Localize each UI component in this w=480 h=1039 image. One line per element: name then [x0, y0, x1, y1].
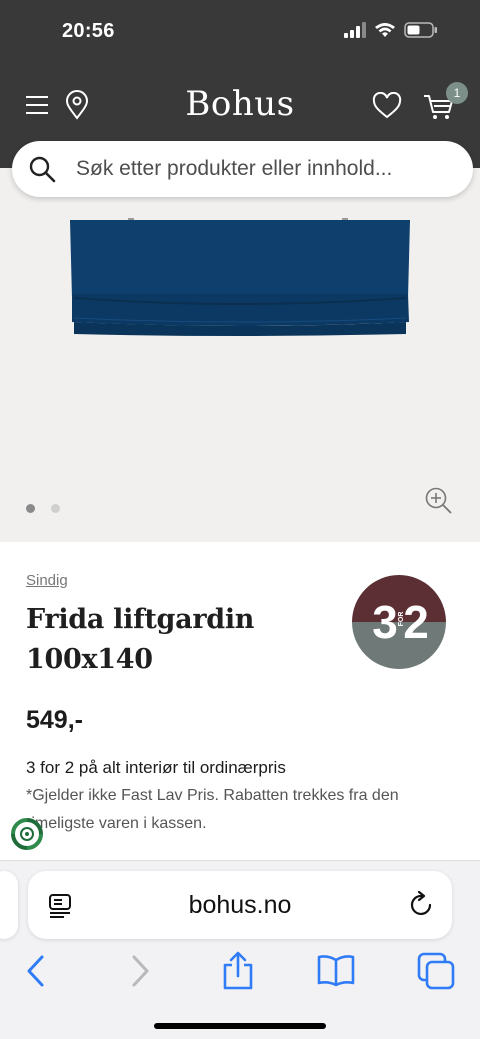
- previous-tab-peek[interactable]: [0, 871, 18, 939]
- product-image-gallery[interactable]: [0, 168, 480, 542]
- product-title: Frida liftgardin 100x140: [26, 604, 255, 675]
- image-pagination[interactable]: [26, 504, 60, 513]
- browser-toolbar: bohus.no: [0, 860, 480, 1039]
- cart-count-badge: 1: [446, 82, 468, 104]
- share-icon: [223, 951, 253, 990]
- wifi-icon: [375, 23, 395, 37]
- search-input[interactable]: [76, 141, 456, 197]
- back-button[interactable]: [14, 949, 58, 993]
- status-icons: [344, 22, 438, 38]
- product-image[interactable]: [70, 218, 410, 336]
- tabs-icon: [417, 952, 455, 990]
- image-dot-active[interactable]: [26, 504, 35, 513]
- image-dot[interactable]: [51, 504, 60, 513]
- tabs-button[interactable]: [414, 949, 458, 993]
- campaign-3-for-2-badge: 3 FOR 2: [352, 575, 446, 669]
- status-time: 20:56: [62, 20, 115, 42]
- zoom-in-icon[interactable]: [424, 486, 454, 516]
- status-bar: 20:56: [0, 0, 480, 64]
- url-text[interactable]: bohus.no: [28, 891, 452, 920]
- offer-title: 3 for 2 på alt interiør til ordinærpris: [26, 758, 286, 777]
- chevron-right-icon: [132, 955, 149, 987]
- cellular-signal-icon: [344, 22, 366, 38]
- browser-nav-row: [0, 949, 480, 993]
- book-icon: [317, 955, 355, 987]
- eco-recycle-icon[interactable]: [8, 814, 46, 854]
- search-icon: [29, 156, 56, 183]
- forward-button[interactable]: [118, 949, 162, 993]
- badge-number-2: 2: [403, 596, 429, 648]
- badge-number-3: 3: [372, 596, 398, 648]
- share-button[interactable]: [216, 949, 260, 993]
- home-indicator: [154, 1023, 326, 1029]
- battery-icon: [404, 22, 437, 38]
- offer-note: *Gjelder ikke Fast Lav Pris. Rabatten tr…: [26, 787, 399, 832]
- wishlist-heart-icon[interactable]: [372, 92, 402, 120]
- site-header: Bohus 1: [0, 72, 480, 138]
- reload-icon[interactable]: [408, 891, 436, 919]
- product-price: 549,-: [26, 706, 83, 734]
- site-logo[interactable]: Bohus: [0, 84, 480, 124]
- address-bar[interactable]: bohus.no: [28, 871, 452, 939]
- chevron-left-icon: [27, 955, 44, 987]
- product-brand-link[interactable]: Sindig: [26, 572, 68, 589]
- bookmarks-button[interactable]: [314, 949, 358, 993]
- search-bar[interactable]: [12, 141, 473, 197]
